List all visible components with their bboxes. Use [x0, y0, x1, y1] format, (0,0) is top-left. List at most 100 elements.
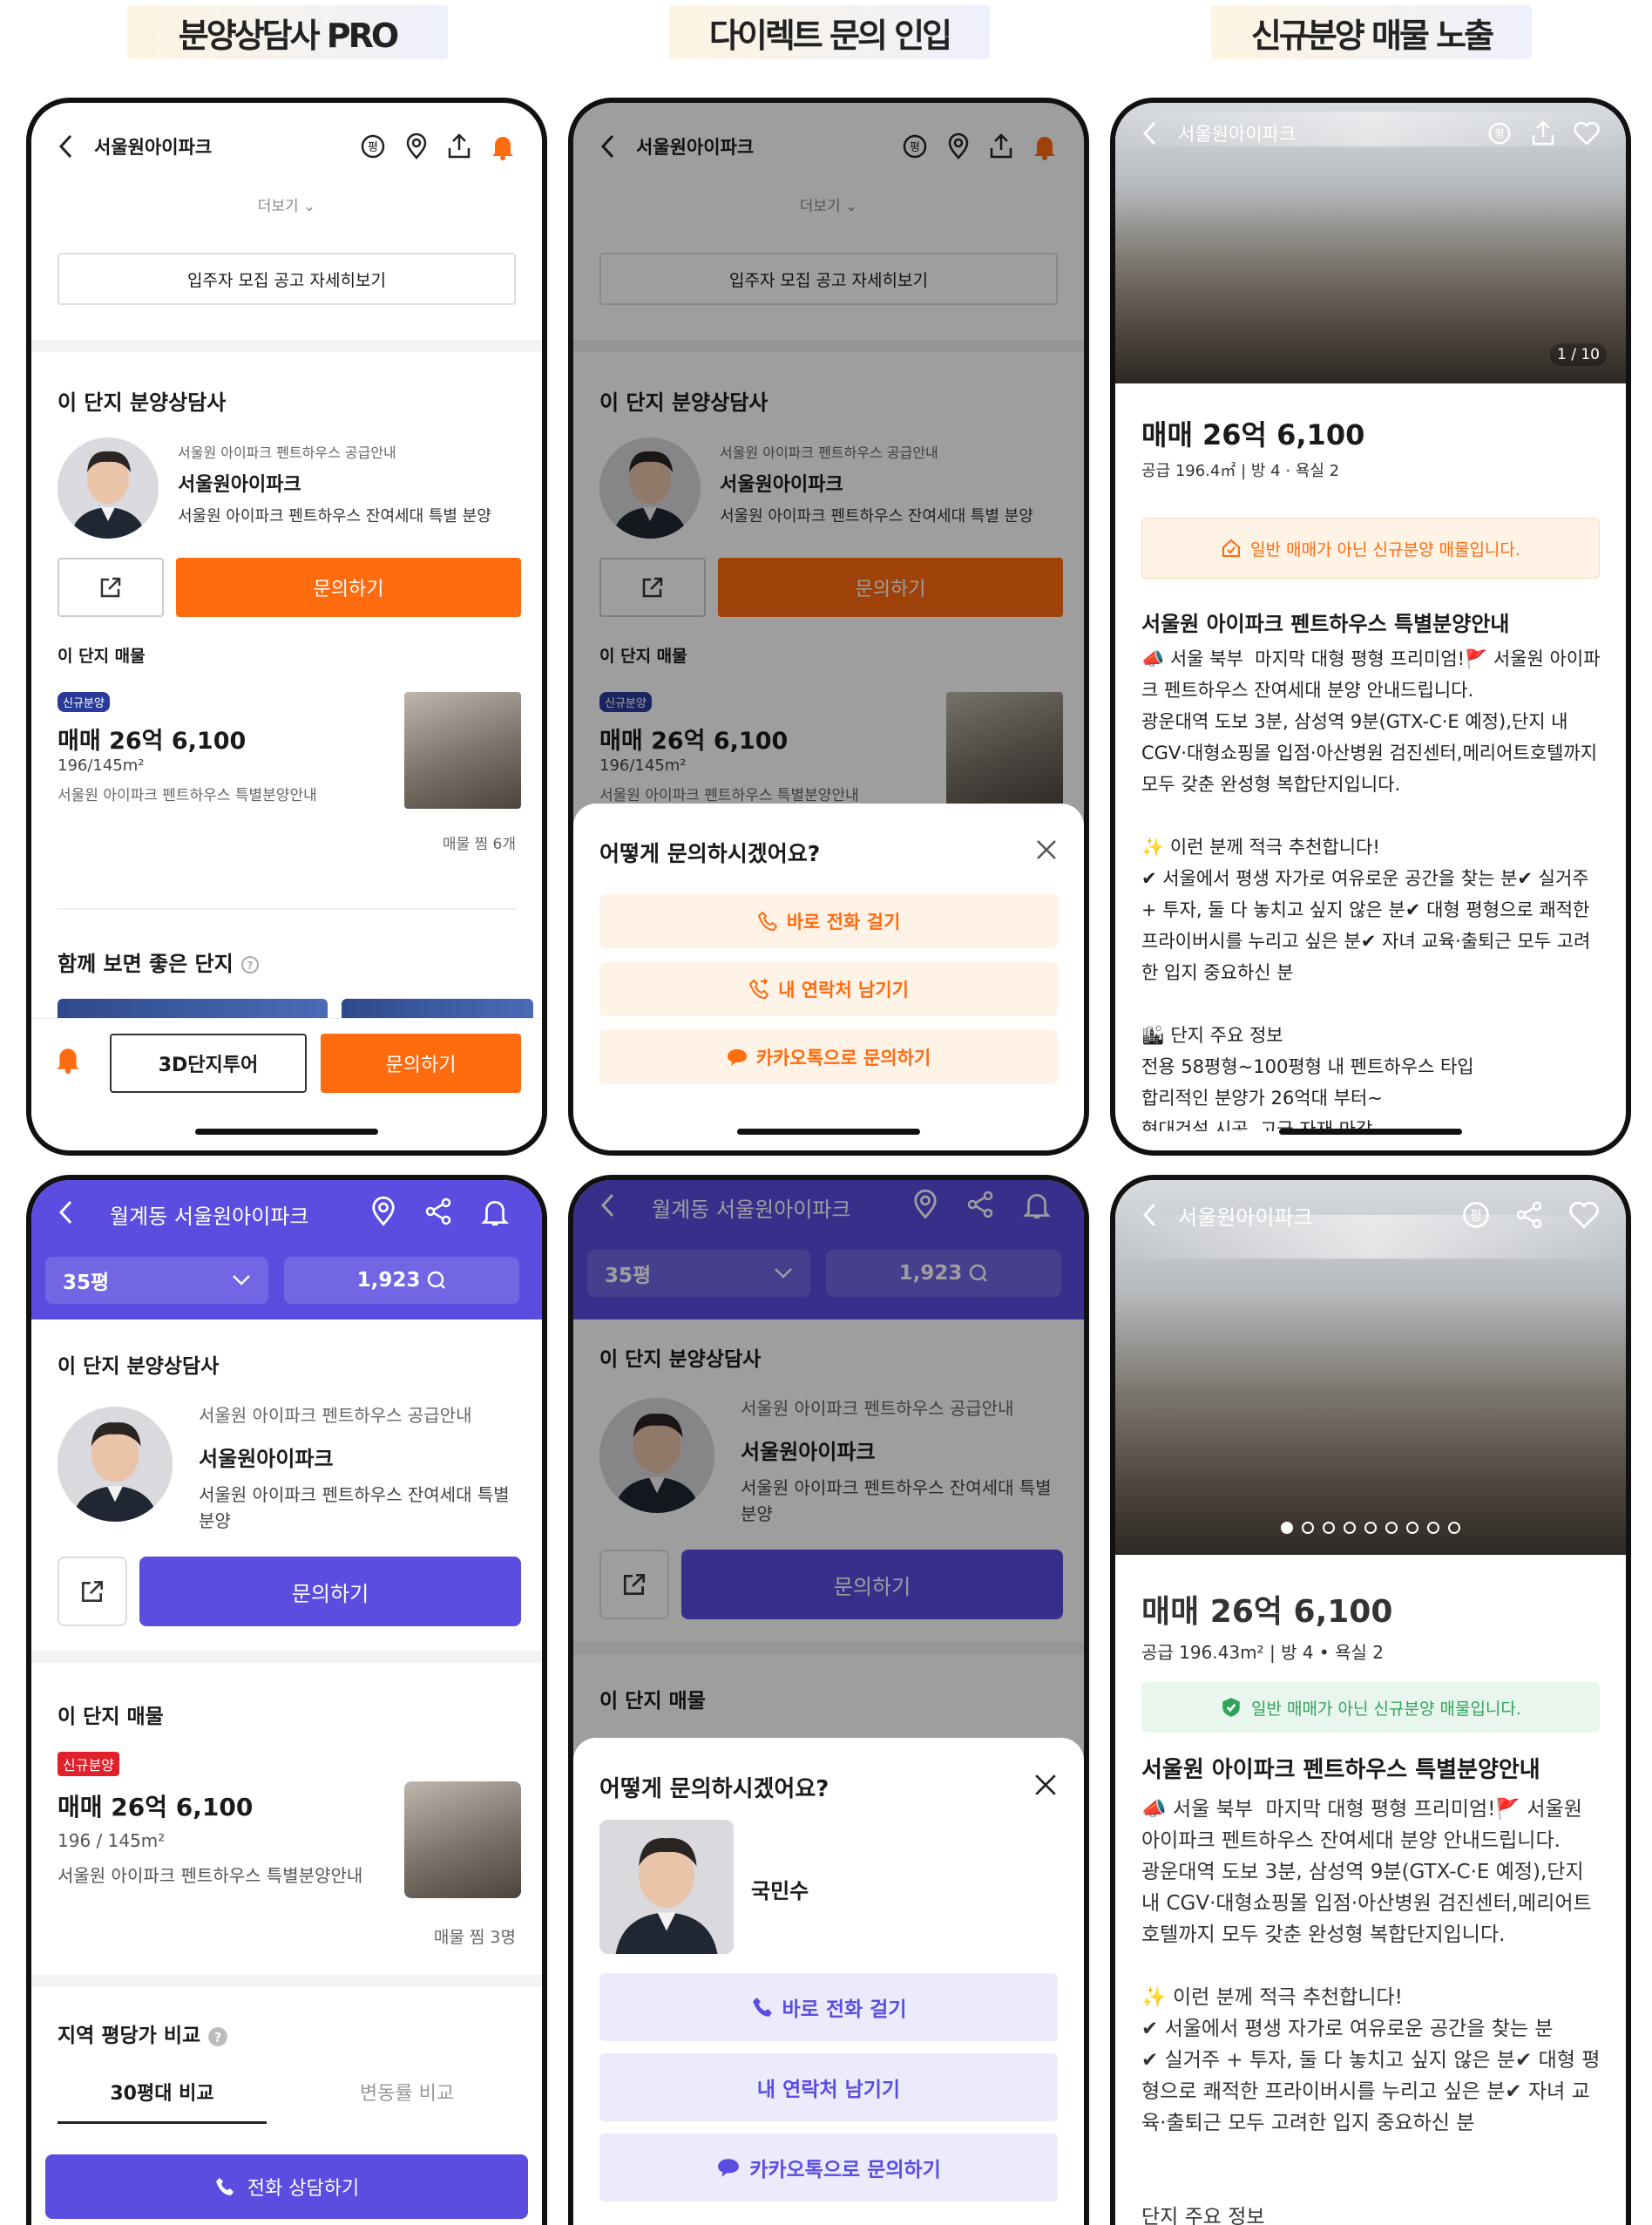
help-icon[interactable]: ?: [240, 955, 260, 974]
counselor-avatar: [58, 438, 159, 539]
listing-price[interactable]: 매매 26억 6,100: [58, 722, 246, 756]
external-link-button[interactable]: [58, 1557, 127, 1626]
counselor-subtitle: 서울원 아이파크 펜트하우스 공급안내: [199, 1405, 472, 1426]
close-icon[interactable]: [1035, 838, 1058, 861]
more-toggle[interactable]: 더보기 ⌄: [31, 193, 542, 215]
kakao-inquiry-label: 카카오톡으로 문의하기: [749, 2159, 941, 2181]
listing-price: 매매 26억 6,100: [1141, 1594, 1393, 1630]
back-icon[interactable]: [58, 133, 73, 159]
inquire-button[interactable]: 문의하기: [176, 558, 521, 617]
page-title: 서울원아이파크: [94, 137, 213, 158]
counselor-avatar: [58, 1407, 173, 1522]
home-indicator: [195, 1129, 378, 1135]
photo-pagination: [1115, 1522, 1626, 1534]
listing-spec: 공급 196.43m² | 방 4 • 욕실 2: [1141, 1642, 1384, 1663]
price-tag-icon[interactable]: 평: [1460, 1199, 1492, 1231]
share-icon[interactable]: [1516, 1201, 1544, 1229]
new-sale-badge: 신규분양: [58, 692, 110, 712]
column-title-2: 다이렉트 문의 인입: [669, 5, 990, 59]
bell-icon[interactable]: [490, 132, 516, 160]
new-sale-badge: 신규분양: [58, 1752, 119, 1776]
counselor-description: 서울원 아이파크 펜트하우스 잔여세대 특별 분양: [178, 507, 491, 526]
call-now-button[interactable]: 바로 전화 걸기: [599, 894, 1058, 948]
bell-icon[interactable]: [481, 1197, 509, 1227]
top-bar: 월계동 서울원아이파크 35평 1,923: [31, 1180, 542, 1319]
share-upload-icon[interactable]: [1530, 119, 1556, 147]
listing-price[interactable]: 매매 26억 6,100: [58, 1788, 253, 1823]
pagination-dot[interactable]: [1344, 1522, 1356, 1534]
call-counsel-button[interactable]: 전화 상담하기: [45, 2154, 528, 2219]
external-link-button[interactable]: [58, 558, 164, 617]
bottom-inquire-button[interactable]: 문의하기: [321, 1034, 521, 1093]
price-tag-icon[interactable]: 평: [359, 132, 387, 160]
search-chat-icon: [427, 1271, 446, 1290]
listing-description: 📣 서울 북부 마지막 대형 평형 프리미엄!🚩 서울원 아이파크 펜트하우스 …: [1141, 648, 1601, 1131]
listing-area: 196 / 145m²: [58, 1830, 166, 1851]
call-now-button[interactable]: 바로 전화 걸기: [599, 1973, 1058, 2041]
location-pin-icon[interactable]: [369, 1196, 397, 1227]
sheet-title: 어떻게 문의하시겠어요?: [599, 841, 821, 866]
phone-new-sale-listing: 서울원아이파크 평 1 / 10 매매 26억 6,100 공급 196.4㎡ …: [1110, 98, 1631, 1156]
share-icon[interactable]: [425, 1197, 453, 1225]
pagination-dot[interactable]: [1385, 1522, 1398, 1534]
house-check-icon: [1221, 538, 1242, 559]
listing-section-title: 이 단지 매물: [58, 1706, 164, 1728]
leave-contact-button[interactable]: 내 연락처 남기기: [599, 2053, 1058, 2121]
phone-counselor-pro: 서울원아이파크 평 더보기 ⌄ 입주자 모집 공고 자세히보기 이 단지 분양상…: [26, 98, 547, 1156]
shield-check-icon: [1220, 1696, 1242, 1719]
agent-photo: [599, 1820, 734, 1954]
size-value: 35평: [63, 1272, 110, 1294]
share-upload-icon[interactable]: [446, 132, 472, 160]
home-indicator: [1279, 1129, 1462, 1135]
chevron-down-icon: [232, 1274, 251, 1286]
chat-bubble-icon: [716, 2156, 741, 2179]
leave-contact-button[interactable]: 내 연락처 남기기: [599, 962, 1058, 1016]
listing-area: 196/145m²: [58, 756, 145, 775]
announcement-button[interactable]: 입주자 모집 공고 자세히보기: [58, 253, 516, 305]
saved-count: 매물 찜 3명: [433, 1928, 516, 1947]
pagination-dot[interactable]: [1364, 1522, 1377, 1534]
listing-description: 서울원 아이파크 펜트하우스 특별분양안내: [58, 787, 317, 804]
tab-30py-compare[interactable]: 30평대 비교: [58, 2078, 267, 2124]
back-icon[interactable]: [1141, 1202, 1157, 1228]
pagination-dot[interactable]: [1302, 1522, 1314, 1534]
help-icon[interactable]: ?: [207, 2026, 228, 2047]
counselor-name: 서울원아이파크: [199, 1447, 334, 1471]
heart-icon[interactable]: [1568, 1201, 1600, 1229]
price-tag-icon[interactable]: 평: [1486, 120, 1513, 146]
inquiry-bottom-sheet: 어떻게 문의하시겠어요? 국민수 바로 전화 걸기 내 연락처 남기기 카카오톡…: [573, 1738, 1084, 2225]
call-now-label: 바로 전화 걸기: [786, 912, 901, 933]
top-bar: 서울원아이파크 평: [1115, 103, 1626, 164]
view-count[interactable]: 1,923: [284, 1257, 519, 1304]
listing-thumbnail[interactable]: [404, 1781, 521, 1898]
pagination-dot[interactable]: [1406, 1522, 1418, 1534]
kakao-inquiry-button[interactable]: 카카오톡으로 문의하기: [599, 2133, 1058, 2201]
counselor-subtitle: 서울원 아이파크 펜트하우스 공급안내: [178, 444, 396, 461]
new-sale-notice: 일반 매매가 아닌 신규분양 매물입니다.: [1141, 1682, 1600, 1733]
pagination-dot[interactable]: [1427, 1522, 1439, 1534]
back-icon[interactable]: [58, 1199, 73, 1225]
svg-text:평: 평: [1494, 128, 1504, 140]
location-pin-icon[interactable]: [404, 132, 429, 160]
close-icon[interactable]: [1033, 1773, 1058, 1797]
tab-change-rate[interactable]: 변동률 비교: [293, 2078, 521, 2106]
phone-icon: [751, 1996, 774, 2018]
home-indicator: [737, 1129, 920, 1135]
external-link-icon: [98, 575, 123, 600]
3d-tour-button[interactable]: 3D단지투어: [110, 1034, 307, 1093]
inquire-button[interactable]: 문의하기: [139, 1557, 521, 1626]
pagination-dot[interactable]: [1323, 1522, 1335, 1534]
leave-contact-label: 내 연락처 남기기: [756, 2079, 901, 2101]
counselor-section-title: 이 단지 분양상담사: [58, 1355, 220, 1378]
pagination-dot[interactable]: [1448, 1522, 1460, 1534]
bell-icon[interactable]: [54, 1044, 82, 1074]
column-title-3: 신규분양 매물 노출: [1211, 5, 1532, 59]
kakao-inquiry-button[interactable]: 카카오톡으로 문의하기: [599, 1030, 1058, 1084]
heart-icon[interactable]: [1574, 121, 1600, 146]
saved-count: 매물 찜 6개: [442, 836, 516, 853]
size-select[interactable]: 35평: [45, 1257, 268, 1304]
listing-thumbnail[interactable]: [404, 692, 521, 809]
pagination-dot-active[interactable]: [1281, 1522, 1293, 1534]
compare-label: 지역 평당가 비교: [58, 2025, 201, 2047]
back-icon[interactable]: [1141, 120, 1157, 146]
